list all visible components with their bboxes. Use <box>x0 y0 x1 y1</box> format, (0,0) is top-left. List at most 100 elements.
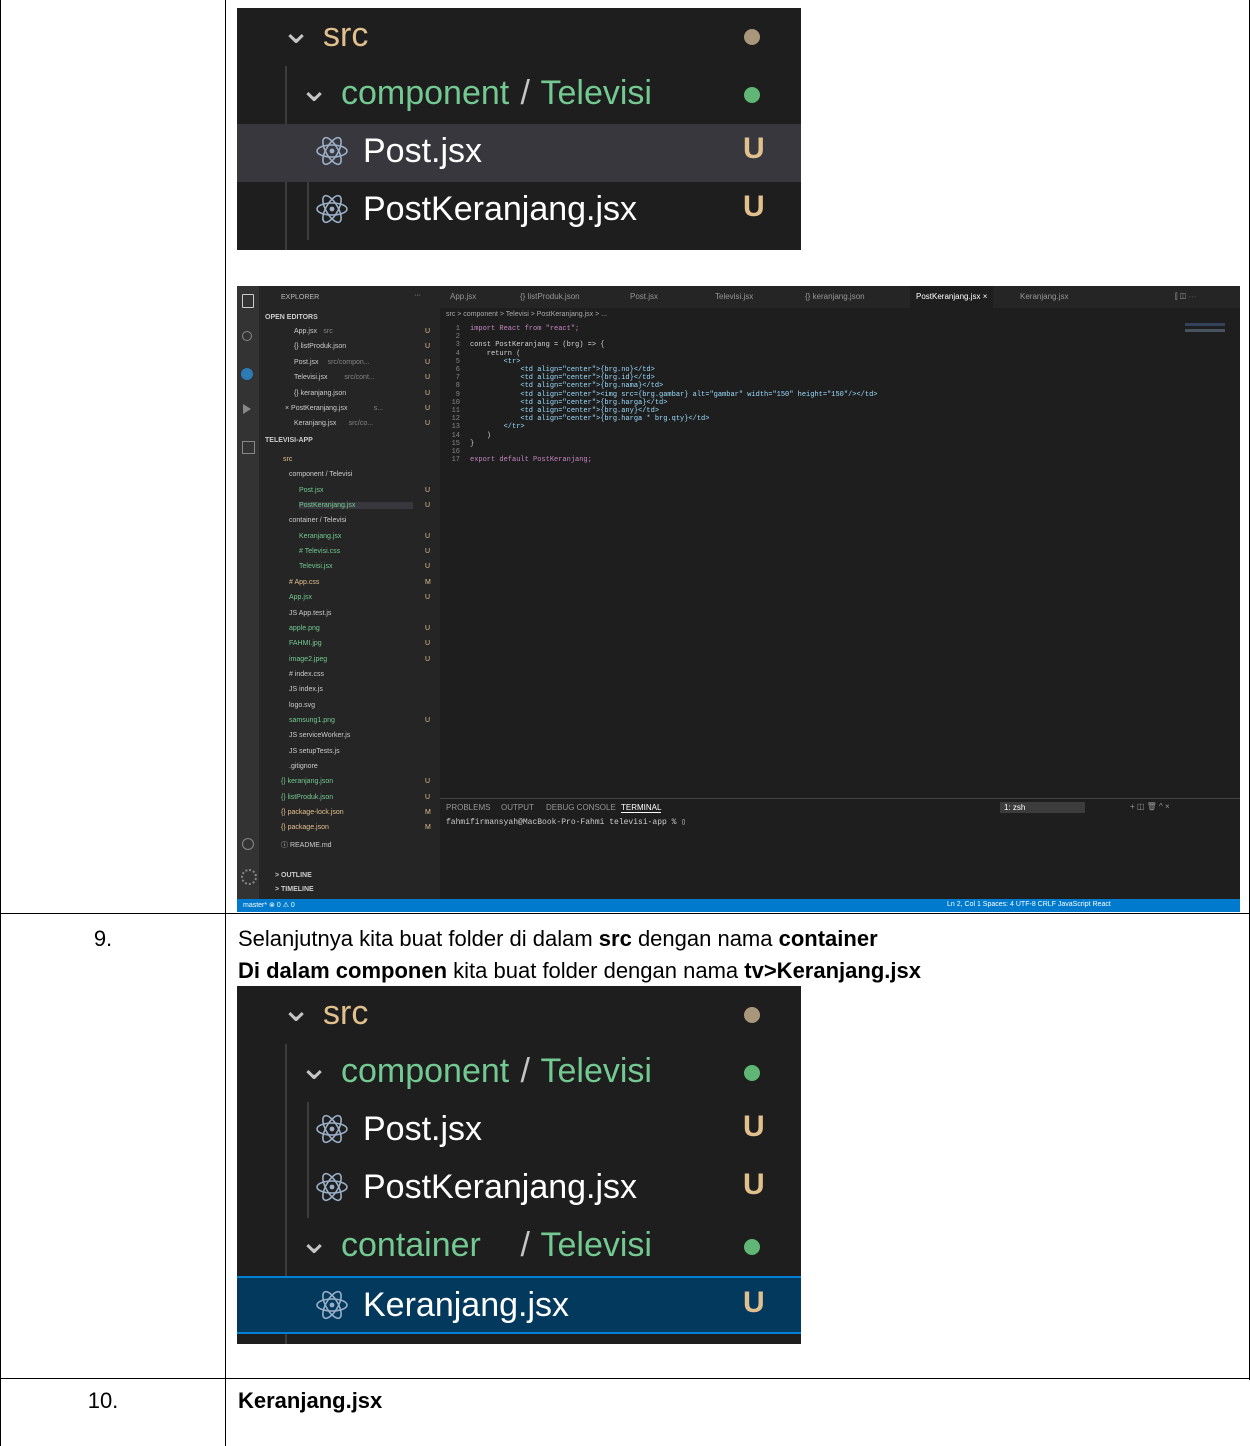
panel-tab[interactable]: OUTPUT <box>501 803 534 812</box>
explorer-tree-item[interactable]: App.jsx <box>289 594 312 601</box>
explorer-tree-item[interactable]: container / Televisi <box>289 517 346 524</box>
line-number: 14 <box>451 431 460 440</box>
explorer-tree-item[interactable]: PostKeranjang.jsx <box>299 502 414 510</box>
row-number-9: 9. <box>93 926 113 951</box>
open-editor-item[interactable]: {} listProduk.json <box>294 343 346 350</box>
file-row[interactable]: PostKeranjang.jsx U <box>237 182 801 240</box>
terminal-select[interactable]: 1: zsh <box>1000 802 1086 813</box>
file-label: Post.jsx <box>363 1110 483 1148</box>
react-icon <box>315 1288 349 1322</box>
open-editor-item[interactable]: Post.jsx <box>294 359 319 366</box>
status-bar: master* ⊗ 0 ⚠ 0 Ln 2, Col 1 Spaces: 4 UT… <box>237 899 1240 912</box>
status-right[interactable]: Ln 2, Col 1 Spaces: 4 UTF-8 CRLF JavaScr… <box>947 901 1111 908</box>
activity-bar <box>237 286 259 899</box>
editor-tab[interactable]: Post.jsx <box>630 292 658 301</box>
project-header[interactable]: TELEVISI-APP <box>265 437 313 444</box>
chevron-down-icon[interactable]: ⌄ <box>299 1046 329 1088</box>
split-editor-icon[interactable]: ⫿ ◫ ⋯ <box>1175 292 1196 302</box>
open-editor-item[interactable]: {} keranjang.json <box>294 390 346 397</box>
run-debug-icon[interactable] <box>243 404 251 414</box>
explorer-tree-item[interactable]: # index.css <box>289 671 324 678</box>
explorer-tree-item[interactable]: {} keranjang.json <box>281 778 333 785</box>
chevron-down-icon[interactable]: ⌄ <box>281 988 311 1030</box>
terminal-panel: PROBLEMS OUTPUT DEBUG CONSOLE TERMINAL 1: zs… <box>440 798 1240 900</box>
explorer-tree-item[interactable]: # App.css <box>289 579 319 586</box>
explorer-tree-item[interactable]: {} package-lock.json <box>281 809 344 816</box>
explorer-tree-item[interactable]: Post.jsx <box>299 487 324 494</box>
open-editor-item[interactable]: App.jsx <box>294 328 317 335</box>
explorer-tree-item[interactable]: # Televisi.css <box>299 548 340 555</box>
open-editor-item[interactable]: Keranjang.jsx <box>294 420 336 427</box>
editor-tab[interactable]: {} listProduk.json <box>520 292 580 301</box>
file-row[interactable]: PostKeranjang.jsx U <box>237 1160 801 1218</box>
line-number: 3 <box>455 341 460 350</box>
chevron-down-icon[interactable]: ⌄ <box>299 68 329 110</box>
explorer-tree-item[interactable]: Televisi.jsx <box>299 563 332 570</box>
folder-row[interactable]: ⌄ container / Televisi <box>237 1218 801 1276</box>
open-editor-path[interactable]: s... <box>374 405 383 412</box>
open-editor-item[interactable]: × PostKeranjang.jsx <box>285 405 347 412</box>
panel-tab[interactable]: TERMINAL <box>621 803 662 813</box>
open-editor-path[interactable]: src/compon... <box>328 359 370 366</box>
panel-controls-icon[interactable]: + ◫ 🗑 ^ × <box>1130 802 1170 811</box>
explorer-tree-item[interactable]: .gitignore <box>289 763 318 770</box>
open-editors-header[interactable]: OPEN EDITORS <box>265 314 318 321</box>
open-editor-path[interactable]: src/co... <box>349 420 374 427</box>
explorer-tree-item[interactable]: JS App.test.js <box>289 610 331 617</box>
explorer-tree-item[interactable]: JS serviceWorker.js <box>289 732 350 739</box>
explorer-tree-item[interactable]: image2.jpeg <box>289 656 327 663</box>
folder-row[interactable]: ⌄ src <box>237 8 801 66</box>
folder-row[interactable]: ⌄ src <box>237 986 801 1044</box>
panel-tab[interactable]: DEBUG CONSOLE <box>546 803 616 812</box>
path-separator: / <box>520 1052 530 1090</box>
explorer-tree-item[interactable]: {} listProduk.json <box>281 794 333 801</box>
explorer-tree-item[interactable]: src <box>283 456 292 463</box>
react-icon <box>315 1170 349 1204</box>
explorer-tree-item[interactable]: JS setupTests.js <box>289 748 340 755</box>
source-control-icon[interactable] <box>241 368 253 380</box>
open-editor-item[interactable]: Televisi.jsx <box>294 374 327 381</box>
status-dot <box>744 29 760 45</box>
open-editor-path[interactable]: src <box>323 328 332 335</box>
outline-section[interactable]: > OUTLINE <box>275 872 312 879</box>
settings-gear-icon[interactable] <box>241 869 257 885</box>
editor-tab[interactable]: Keranjang.jsx <box>1020 292 1068 301</box>
editor-tab[interactable]: Televisi.jsx <box>715 292 753 301</box>
extensions-icon[interactable] <box>242 441 255 454</box>
account-icon[interactable] <box>242 838 254 850</box>
explorer-tree-item[interactable]: logo.svg <box>289 702 315 709</box>
explorer-tree-item[interactable]: Keranjang.jsx <box>299 533 341 540</box>
file-label: PostKeranjang.jsx <box>363 190 638 228</box>
chevron-down-icon[interactable]: ⌄ <box>299 1220 329 1262</box>
more-actions-icon[interactable]: ··· <box>414 292 421 299</box>
explorer-tree-item[interactable]: ⓘ README.md <box>281 840 332 850</box>
panel-tab[interactable]: PROBLEMS <box>446 803 490 812</box>
explorer-tree-item[interactable]: apple.png <box>289 625 320 632</box>
editor-tab[interactable]: {} keranjang.json <box>805 292 865 301</box>
code-editor[interactable]: src > component > Televisi > PostKeranja… <box>440 308 1240 798</box>
folder-row[interactable]: ⌄ component / Televisi <box>237 1044 801 1102</box>
file-row[interactable]: Post.jsx U <box>237 124 801 182</box>
folder-row[interactable]: ⌄ component / Televisi <box>237 66 801 124</box>
explorer-tree-item[interactable]: component / Televisi <box>289 471 352 478</box>
sidebar-title[interactable]: EXPLORER <box>281 294 319 301</box>
git-status-badge: U <box>425 389 431 397</box>
explorer-tree-item[interactable]: {} package.json <box>281 824 329 831</box>
search-icon[interactable] <box>242 331 252 341</box>
explorer-tree-item[interactable]: JS index.js <box>289 686 323 693</box>
files-icon[interactable] <box>242 294 254 308</box>
explorer-tree-item[interactable]: FAHMI.jpg <box>289 640 322 647</box>
status-dot <box>744 87 760 103</box>
chevron-down-icon[interactable]: ⌄ <box>281 10 311 52</box>
line-number: 4 <box>455 349 460 358</box>
file-row[interactable]: Keranjang.jsx U <box>237 1276 801 1334</box>
terminal-prompt[interactable]: fahmifirmansyah@MacBook-Pro-Fahmi televi… <box>446 817 686 827</box>
timeline-section[interactable]: > TIMELINE <box>275 886 314 893</box>
file-row[interactable]: Post.jsx U <box>237 1102 801 1160</box>
editor-tab[interactable]: App.jsx <box>450 292 476 301</box>
open-editor-path[interactable]: src/cont... <box>344 374 374 381</box>
status-left[interactable]: master* ⊗ 0 ⚠ 0 <box>243 901 295 909</box>
explorer-tree-item[interactable]: samsung1.png <box>289 717 335 724</box>
folder-label-part: Televisi <box>540 74 652 112</box>
editor-tab[interactable]: PostKeranjang.jsx × <box>910 286 994 308</box>
